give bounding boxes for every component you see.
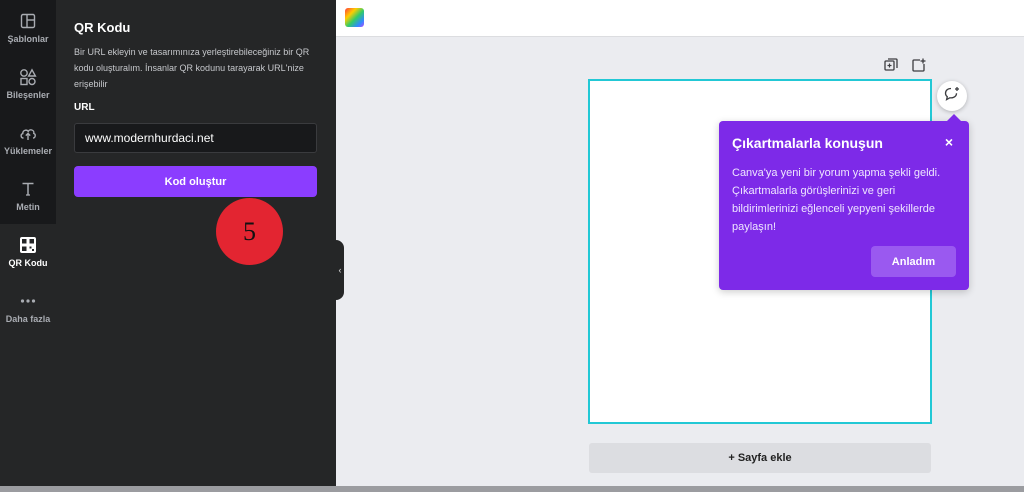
sidebar-item-uploads[interactable]: Yüklemeler <box>0 112 56 168</box>
popover-body: Canva'ya yeni bir yorum yapma şekli geld… <box>732 167 941 233</box>
close-icon[interactable]: × <box>945 134 953 150</box>
add-page-icon[interactable] <box>912 58 926 72</box>
sidebar-item-label: Metin <box>16 202 40 212</box>
chevron-left-icon: ‹ <box>338 265 342 275</box>
bottom-strip <box>0 486 1024 492</box>
text-icon <box>19 180 37 198</box>
qr-code-icon <box>19 236 37 254</box>
sidebar-item-label: Şablonlar <box>7 34 49 44</box>
sidebar-item-more[interactable]: Daha fazla <box>0 280 56 336</box>
sidebar-item-label: Bileşenler <box>6 90 50 100</box>
top-toolbar <box>336 0 1024 37</box>
duplicate-page-icon[interactable] <box>884 58 898 72</box>
add-page-button[interactable]: + Sayfa ekle <box>589 443 931 473</box>
sidebar-item-label: Yüklemeler <box>3 146 53 156</box>
cloud-upload-icon <box>19 124 37 142</box>
shapes-icon <box>19 68 37 86</box>
panel-title: QR Kodu <box>74 20 131 35</box>
sidebar-item-templates[interactable]: Şablonlar <box>0 0 56 56</box>
panel-collapse-handle[interactable]: ‹ <box>336 240 344 300</box>
stickers-popover: Çıkartmalarla konuşun × Canva'ya yeni bi… <box>719 114 969 290</box>
panel-description: Bir URL ekleyin ve tasarımınıza yerleşti… <box>74 47 310 89</box>
add-comment-button[interactable] <box>937 81 967 111</box>
step-number-badge: 5 <box>216 198 283 265</box>
sidebar-item-label: QR Kodu <box>8 258 48 268</box>
more-icon <box>19 292 37 310</box>
qr-code-panel: QR Kodu Bir URL ekleyin ve tasarımınıza … <box>56 0 336 486</box>
url-label: URL <box>74 102 95 113</box>
sidebar-item-qr-code[interactable]: QR Kodu <box>0 224 56 280</box>
create-code-button[interactable]: Kod oluştur <box>74 166 317 197</box>
popover-title: Çıkartmalarla konuşun <box>732 135 883 151</box>
color-picker-icon[interactable] <box>345 8 364 27</box>
layout-icon <box>19 12 37 30</box>
comment-plus-icon <box>944 86 960 107</box>
url-input[interactable] <box>74 123 317 153</box>
sidebar-item-label: Daha fazla <box>5 314 51 324</box>
got-it-button[interactable]: Anladım <box>871 246 956 277</box>
icon-rail: Şablonlar Bileşenler Yüklemeler Metin QR… <box>0 0 56 486</box>
page-tools <box>884 58 926 72</box>
sidebar-item-text[interactable]: Metin <box>0 168 56 224</box>
sidebar-item-elements[interactable]: Bileşenler <box>0 56 56 112</box>
